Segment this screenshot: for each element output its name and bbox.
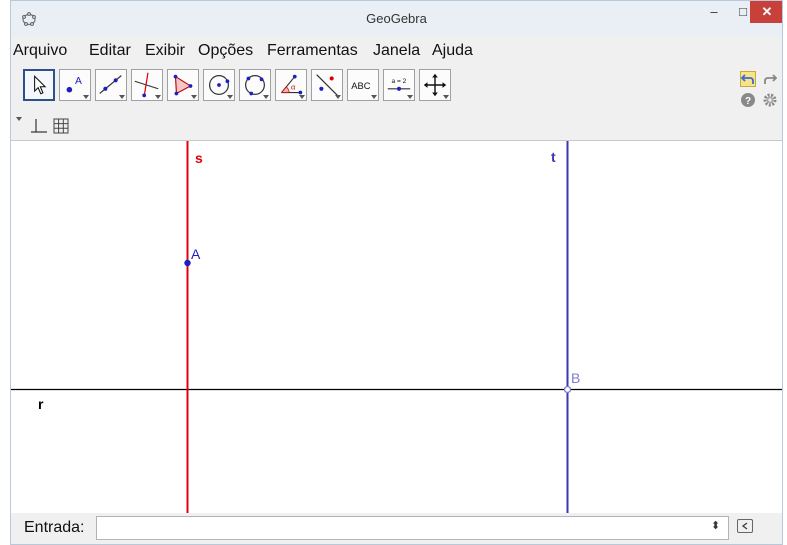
tool-bar: A α ABC a = 2 ? [11, 65, 782, 111]
tool-slider-text: a = 2 [392, 78, 407, 85]
command-input[interactable] [96, 516, 729, 540]
label-t: t [551, 149, 556, 165]
label-s: s [195, 150, 203, 166]
tool-line[interactable] [95, 69, 127, 101]
tool-point-text: A [75, 76, 82, 87]
tool-angle[interactable]: α [275, 69, 307, 101]
undo-icon[interactable] [740, 71, 756, 87]
tool-angle-text: α [291, 82, 296, 92]
input-bar: Entrada: ⬍ [11, 513, 782, 544]
point-b[interactable] [563, 385, 572, 394]
menu-opcoes[interactable]: Opções [198, 42, 253, 60]
axes-toggle-icon[interactable] [31, 119, 47, 133]
label-r: r [38, 396, 44, 412]
graphics-view[interactable]: s t r A B [11, 140, 782, 514]
grid-toggle-icon[interactable] [53, 118, 69, 134]
input-label: Entrada: [24, 519, 85, 536]
help-icon[interactable]: ? [740, 92, 756, 108]
menu-exibir[interactable]: Exibir [145, 42, 185, 60]
geogebra-window: GeoGebra – □ ✕ Arquivo Editar Exibir Opç… [10, 0, 783, 545]
menu-janela[interactable]: Janela [373, 42, 420, 60]
menu-editar[interactable]: Editar [89, 42, 131, 60]
collapse-triangle-icon[interactable] [15, 115, 23, 123]
menu-ferramentas[interactable]: Ferramentas [267, 42, 358, 60]
tool-perpendicular[interactable] [131, 69, 163, 101]
title-bar: GeoGebra – □ ✕ [11, 1, 782, 37]
minimize-button[interactable]: – [699, 1, 729, 23]
tool-move[interactable] [23, 69, 55, 101]
tool-slider[interactable]: a = 2 [383, 69, 415, 101]
label-b: B [571, 370, 580, 386]
settings-gear-icon[interactable] [762, 92, 778, 108]
redo-icon[interactable] [762, 71, 778, 87]
move-arrow-icon [34, 74, 47, 95]
graphics-style-bar [11, 113, 782, 139]
input-help-icon[interactable] [737, 519, 753, 533]
tool-text[interactable]: ABC [347, 69, 379, 101]
menu-arquivo[interactable]: Arquivo [13, 42, 67, 60]
input-history-spinner[interactable]: ⬍ [711, 519, 720, 532]
menu-bar: Arquivo Editar Exibir Opções Ferramentas… [11, 38, 782, 64]
window-title: GeoGebra [366, 11, 427, 26]
label-a: A [191, 246, 201, 262]
point-a[interactable] [184, 259, 191, 267]
svg-text:?: ? [745, 96, 751, 107]
close-button[interactable]: ✕ [750, 1, 782, 23]
tool-circle-center[interactable] [203, 69, 235, 101]
tool-reflect[interactable] [311, 69, 343, 101]
tool-point[interactable]: A [59, 69, 91, 101]
tool-polygon[interactable] [167, 69, 199, 101]
tool-text-text: ABC [351, 81, 370, 91]
tool-move-graphics[interactable] [419, 69, 451, 101]
tool-circle-three-points[interactable] [239, 69, 271, 101]
menu-ajuda[interactable]: Ajuda [432, 42, 473, 60]
